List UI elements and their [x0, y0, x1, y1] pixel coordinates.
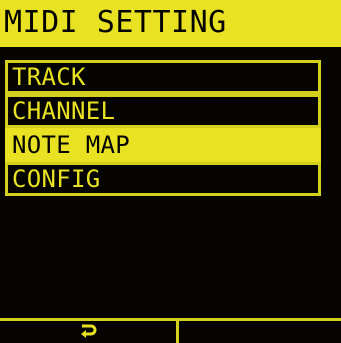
menu-item-label: CONFIG — [12, 165, 101, 193]
menu-item-channel[interactable]: CHANNEL — [5, 94, 321, 128]
menu-item-label: CHANNEL — [12, 97, 116, 125]
return-icon — [81, 324, 97, 338]
return-button[interactable] — [0, 321, 176, 343]
right-soft-key[interactable] — [179, 321, 341, 343]
title-bar: MIDI SETTING — [0, 0, 341, 47]
menu-item-config[interactable]: CONFIG — [5, 162, 321, 196]
midi-setting-screen: MIDI SETTING TRACK CHANNEL NOTE MAP CONF… — [0, 0, 341, 343]
menu-item-label: NOTE MAP — [12, 131, 130, 159]
menu-item-note-map[interactable]: NOTE MAP — [5, 128, 321, 162]
menu-item-label: TRACK — [12, 63, 86, 91]
screen-title: MIDI SETTING — [4, 5, 227, 40]
soft-key-bar — [0, 318, 341, 343]
menu-item-track[interactable]: TRACK — [5, 60, 321, 94]
